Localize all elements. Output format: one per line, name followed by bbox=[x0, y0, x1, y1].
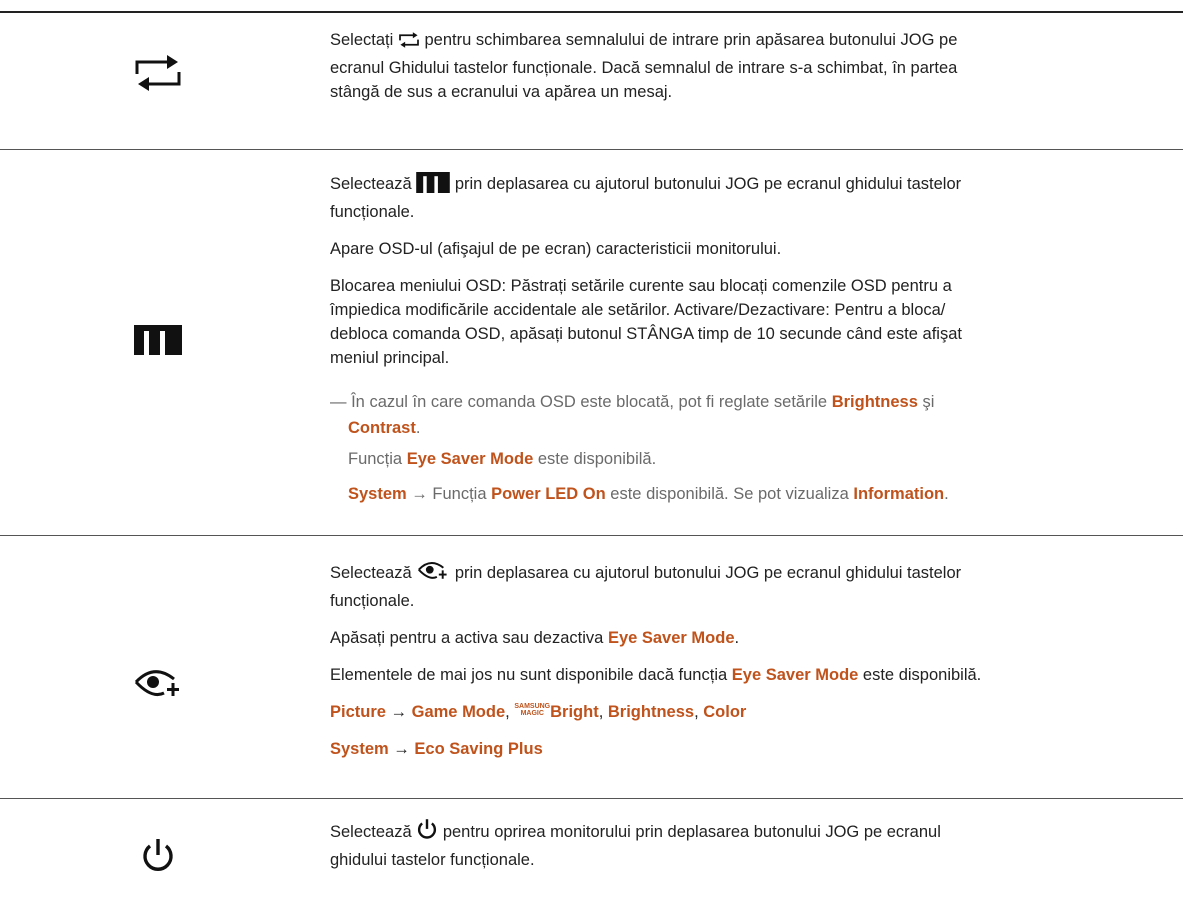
eye-saver-icon bbox=[0, 664, 316, 704]
menu-inline-icon bbox=[416, 172, 451, 200]
power-description: Selectează pentru oprirea monitorului pr… bbox=[330, 818, 1170, 872]
power-icon bbox=[0, 834, 316, 878]
eye-saver-inline-icon bbox=[416, 560, 450, 589]
eye-saver-description: Selectează prin deplasarea cu ajutorul b… bbox=[330, 560, 1170, 761]
row-divider bbox=[0, 535, 1183, 536]
menu-description: Selectează prin deplasarea cu ajutorul b… bbox=[330, 172, 1170, 370]
row-divider bbox=[0, 149, 1183, 150]
samsung-magic-logo: SAMSUNG MAGIC bbox=[514, 703, 551, 717]
row-divider bbox=[0, 798, 1183, 799]
input-switch-description: Selectați pentru schimbarea semnalului d… bbox=[330, 31, 958, 101]
osd-lock-note: — În cazul în care comanda OSD este bloc… bbox=[330, 393, 949, 503]
input-switch-icon bbox=[0, 48, 316, 98]
power-inline-icon bbox=[416, 818, 438, 848]
note-dash: — bbox=[330, 393, 347, 411]
menu-grid-icon bbox=[0, 320, 316, 360]
top-rule bbox=[0, 11, 1183, 13]
input-switch-inline-icon bbox=[398, 31, 420, 56]
